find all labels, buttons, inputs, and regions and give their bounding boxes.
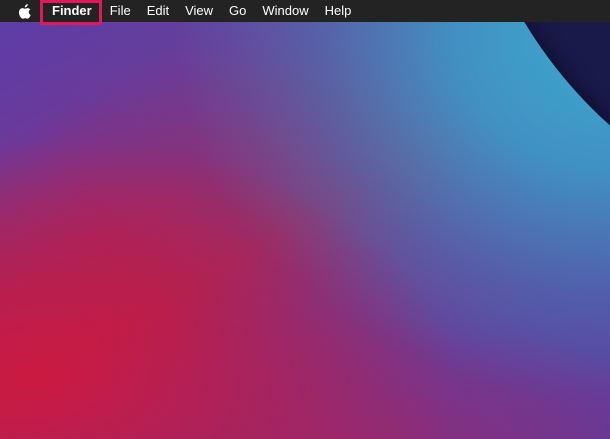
menu-file[interactable]: File [102, 0, 139, 22]
menu-finder[interactable]: Finder [42, 0, 102, 22]
menu-help[interactable]: Help [317, 0, 360, 22]
wallpaper-red-glow [0, 0, 610, 439]
desktop-screen: Finder File Edit View Go Window Help [0, 0, 610, 439]
menu-edit[interactable]: Edit [139, 0, 177, 22]
menu-go[interactable]: Go [221, 0, 254, 22]
menu-view[interactable]: View [177, 0, 221, 22]
menu-window[interactable]: Window [254, 0, 316, 22]
apple-icon[interactable] [18, 3, 32, 19]
menu-bar: Finder File Edit View Go Window Help [0, 0, 610, 22]
